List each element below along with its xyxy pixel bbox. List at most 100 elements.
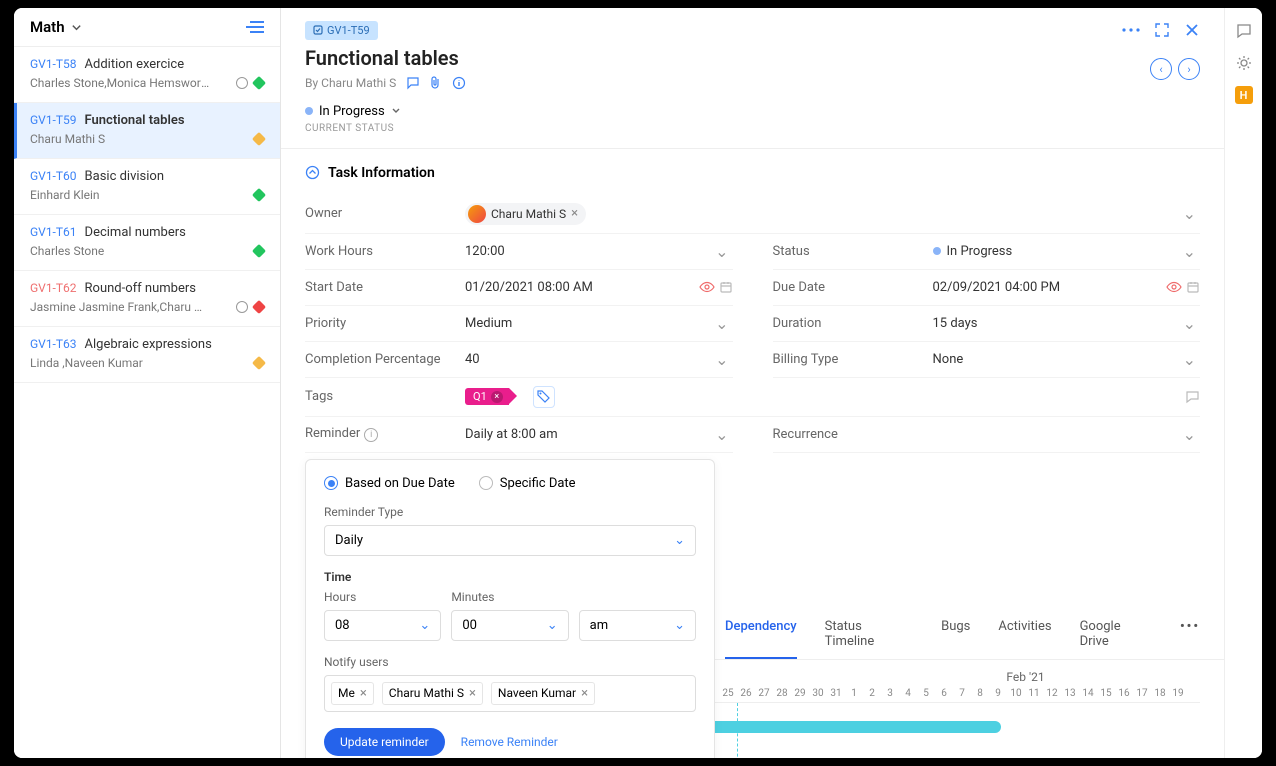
radio-specific-date[interactable]: Specific Date bbox=[479, 476, 576, 491]
duration-label: Duration bbox=[773, 316, 933, 331]
tabs-more-button[interactable]: ••• bbox=[1180, 609, 1200, 659]
status-diamond-icon bbox=[252, 76, 266, 90]
reminder-type-select[interactable]: Daily⌄ bbox=[324, 525, 696, 556]
collapse-icon[interactable] bbox=[305, 165, 320, 180]
update-reminder-button[interactable]: Update reminder bbox=[324, 728, 445, 756]
close-icon[interactable] bbox=[1184, 22, 1200, 38]
minutes-label: Minutes bbox=[451, 590, 568, 604]
menu-icon[interactable] bbox=[246, 20, 264, 34]
comment-icon[interactable] bbox=[406, 76, 420, 90]
gear-icon[interactable] bbox=[1235, 54, 1253, 72]
chevron-down-icon[interactable]: ⌄ bbox=[1179, 204, 1200, 223]
user-token[interactable]: Naveen Kumar × bbox=[491, 682, 595, 705]
completion-label: Completion Percentage bbox=[305, 352, 465, 367]
gantt-chart: Feb '21 42526272829303112345678910111213… bbox=[701, 660, 1224, 759]
remove-user-icon[interactable]: × bbox=[581, 686, 588, 701]
task-title: Functional tables bbox=[305, 46, 1200, 70]
duration-field[interactable]: 15 days bbox=[933, 316, 1179, 331]
attachment-icon[interactable] bbox=[430, 76, 442, 90]
chevron-down-icon[interactable]: ⌄ bbox=[711, 314, 732, 333]
comment-icon[interactable] bbox=[1185, 390, 1200, 404]
hours-select[interactable]: 08⌄ bbox=[324, 610, 441, 641]
task-item[interactable]: GV1-T62Round-off numbers Jasmine Jasmine… bbox=[14, 271, 280, 327]
start-date-label: Start Date bbox=[305, 280, 465, 295]
task-id-badge: GV1-T59 bbox=[305, 21, 378, 40]
tab-status-timeline[interactable]: Status Timeline bbox=[825, 609, 913, 659]
minutes-select[interactable]: 00⌄ bbox=[451, 610, 568, 641]
owner-field[interactable]: Charu Mathi S× bbox=[465, 203, 1179, 225]
status-selector[interactable]: In Progress bbox=[305, 104, 1200, 119]
remove-user-icon[interactable]: × bbox=[469, 686, 476, 701]
work-hours-label: Work Hours bbox=[305, 244, 465, 259]
visibility-icon[interactable] bbox=[699, 281, 715, 293]
user-token[interactable]: Me × bbox=[331, 682, 374, 705]
radio-based-on-due[interactable]: Based on Due Date bbox=[324, 476, 455, 491]
status-diamond-icon bbox=[252, 188, 266, 202]
tab-bugs[interactable]: Bugs bbox=[941, 609, 970, 659]
expand-icon[interactable] bbox=[1154, 22, 1170, 38]
next-task-button[interactable]: › bbox=[1178, 58, 1200, 80]
reminder-type-label: Reminder Type bbox=[324, 505, 696, 519]
avatar-icon bbox=[468, 205, 486, 223]
remove-user-icon[interactable]: × bbox=[360, 686, 367, 701]
clock-icon bbox=[236, 77, 248, 89]
add-tag-button[interactable] bbox=[533, 386, 555, 408]
due-date-field[interactable]: 02/09/2021 04:00 PM bbox=[933, 280, 1167, 295]
task-list: GV1-T58Addition exercice Charles Stone,M… bbox=[14, 47, 280, 758]
work-hours-field[interactable]: 120:00 bbox=[465, 244, 711, 259]
start-date-field[interactable]: 01/20/2021 08:00 AM bbox=[465, 280, 699, 295]
chevron-down-icon[interactable]: ⌄ bbox=[1179, 242, 1200, 261]
tags-field[interactable]: Q1× bbox=[465, 386, 1185, 408]
chevron-down-icon[interactable]: ⌄ bbox=[711, 350, 732, 369]
more-icon[interactable] bbox=[1122, 23, 1140, 37]
chevron-down-icon[interactable]: ⌄ bbox=[711, 242, 732, 261]
chevron-down-icon[interactable]: ⌄ bbox=[1179, 350, 1200, 369]
task-item[interactable]: GV1-T60Basic division Einhard Klein bbox=[14, 159, 280, 215]
notify-users-label: Notify users bbox=[324, 655, 696, 669]
prev-task-button[interactable]: ‹ bbox=[1150, 58, 1172, 80]
gantt-task-bar[interactable] bbox=[701, 721, 1001, 733]
tab-dependency[interactable]: Dependency bbox=[725, 609, 797, 659]
user-token[interactable]: Charu Mathi S × bbox=[382, 682, 483, 705]
task-item[interactable]: GV1-T61Decimal numbers Charles Stone bbox=[14, 215, 280, 271]
calendar-icon[interactable] bbox=[719, 280, 733, 294]
gantt-month-label: Feb '21 bbox=[851, 670, 1200, 684]
gantt-scale: 4252627282930311234567891011121314151617… bbox=[701, 688, 1200, 703]
tab-google-drive[interactable]: Google Drive bbox=[1080, 609, 1152, 659]
help-badge[interactable]: H bbox=[1235, 86, 1253, 104]
ampm-select[interactable]: am⌄ bbox=[579, 610, 696, 641]
task-item[interactable]: GV1-T58Addition exercice Charles Stone,M… bbox=[14, 47, 280, 103]
chevron-down-icon bbox=[391, 106, 401, 116]
visibility-icon[interactable] bbox=[1166, 281, 1182, 293]
status-diamond-icon bbox=[252, 356, 266, 370]
status-label: CURRENT STATUS bbox=[305, 123, 1200, 134]
priority-label: Priority bbox=[305, 316, 465, 331]
calendar-icon[interactable] bbox=[1186, 280, 1200, 294]
tags-label: Tags bbox=[305, 389, 465, 404]
chevron-down-icon[interactable]: ⌄ bbox=[1179, 425, 1200, 444]
info-icon[interactable]: i bbox=[364, 428, 378, 442]
notify-users-field[interactable]: Me × Charu Mathi S × Naveen Kumar × bbox=[324, 675, 696, 712]
chevron-down-icon[interactable]: ⌄ bbox=[1179, 314, 1200, 333]
completion-field[interactable]: 40 bbox=[465, 352, 711, 367]
task-item[interactable]: GV1-T63Algebraic expressions Linda ,Nave… bbox=[14, 327, 280, 383]
status-diamond-icon bbox=[252, 300, 266, 314]
task-byline: By Charu Mathi S bbox=[305, 76, 1200, 90]
owner-label: Owner bbox=[305, 206, 465, 221]
clock-icon bbox=[236, 301, 248, 313]
info-icon[interactable] bbox=[452, 76, 466, 90]
priority-field[interactable]: Medium bbox=[465, 316, 711, 331]
remove-tag-icon[interactable]: × bbox=[491, 391, 503, 403]
billing-field[interactable]: None bbox=[933, 352, 1179, 367]
chevron-down-icon[interactable]: ⌄ bbox=[711, 425, 732, 444]
detail-tabs: Dependency Status Timeline Bugs Activities G… bbox=[701, 609, 1224, 660]
section-title: Task Information bbox=[328, 165, 435, 181]
reminder-field[interactable]: Daily at 8:00 am bbox=[465, 427, 711, 442]
tab-activities[interactable]: Activities bbox=[998, 609, 1051, 659]
task-item[interactable]: GV1-T59Functional tables Charu Mathi S bbox=[14, 103, 280, 159]
remove-reminder-link[interactable]: Remove Reminder bbox=[461, 735, 558, 749]
sidebar-project-selector[interactable]: Math bbox=[30, 18, 82, 36]
chat-icon[interactable] bbox=[1235, 22, 1253, 40]
remove-owner-icon[interactable]: × bbox=[571, 206, 578, 221]
status-field[interactable]: In Progress bbox=[933, 244, 1179, 259]
